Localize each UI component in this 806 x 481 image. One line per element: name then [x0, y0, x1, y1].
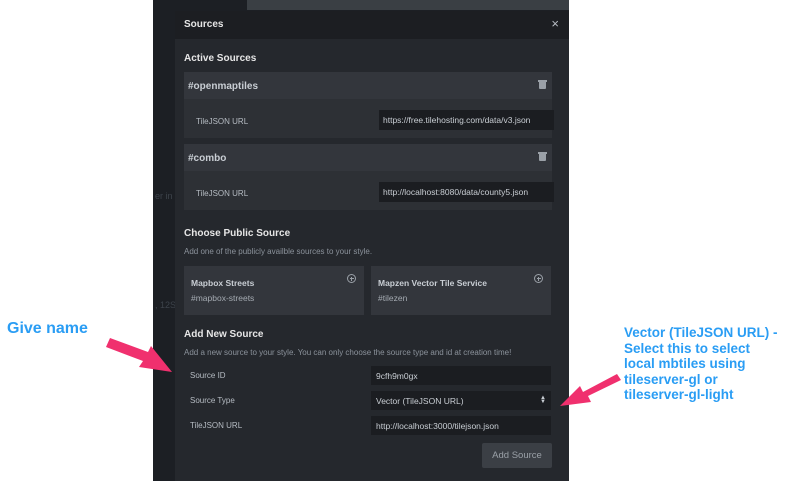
source-type-label: Source Type — [190, 396, 235, 405]
trash-icon[interactable] — [538, 80, 547, 89]
active-source-header: #openmaptiles — [184, 72, 552, 99]
backdrop-ghost-text: er in — [155, 191, 173, 201]
source-type-value: Vector (TileJSON URL) — [376, 396, 464, 406]
active-source-name: #openmaptiles — [188, 81, 259, 92]
annotation-line: local mbtiles using — [624, 356, 746, 371]
tilejson-url-input[interactable]: http://localhost:8080/data/county5.json — [379, 182, 554, 202]
annotation-line: tileserver-gl-light — [624, 387, 734, 402]
tilejson-row: TileJSON URL http://localhost:3000/tilej… — [184, 415, 552, 438]
public-source-name: Mapzen Vector Tile Service — [378, 278, 487, 288]
tilejson-url-input[interactable]: http://localhost:3000/tilejson.json — [371, 416, 551, 435]
add-circle-icon[interactable] — [347, 274, 356, 283]
public-source-id: #mapbox-streets — [191, 293, 255, 303]
tilejson-url-input[interactable]: https://free.tilehosting.com/data/v3.jso… — [379, 110, 554, 130]
sources-modal: Sources × Active Sources #openmaptiles T… — [175, 11, 569, 481]
annotation-line: Vector (TileJSON URL) - — [624, 325, 778, 340]
add-new-source-description: Add a new source to your style. You can … — [184, 348, 512, 357]
right-arrow — [560, 374, 621, 406]
add-new-source-title: Add New Source — [184, 329, 264, 340]
modal-header: Sources × — [175, 11, 569, 39]
add-circle-icon[interactable] — [534, 274, 543, 283]
active-source-header: #combo — [184, 144, 552, 171]
modal-title: Sources — [184, 19, 224, 30]
annotation-give-name: Give name — [7, 320, 88, 337]
tilejson-url-label: TileJSON URL — [190, 421, 243, 430]
public-source-title: Choose Public Source — [184, 228, 291, 239]
source-type-row: Source Type Vector (TileJSON URL) ▲ ▼ — [184, 390, 552, 413]
source-id-input[interactable]: 9cfh9m0gx — [371, 366, 551, 385]
source-type-select[interactable]: Vector (TileJSON URL) ▲ ▼ — [371, 391, 551, 410]
active-source-card: #openmaptiles TileJSON URL https://free.… — [184, 72, 554, 138]
annotation-source-type-note: Vector (TileJSON URL) - Select this to s… — [624, 325, 778, 403]
public-source-description: Add one of the publicly availble sources… — [184, 247, 373, 256]
active-source-name: #combo — [188, 153, 227, 164]
trash-icon[interactable] — [538, 152, 547, 161]
backdrop-ghost-text: , 12S — [155, 300, 177, 310]
select-arrows-icon: ▲ ▼ — [540, 395, 546, 405]
add-source-button[interactable]: Add Source — [482, 443, 552, 468]
public-source-id: #tilezen — [378, 293, 408, 303]
tilejson-url-label: TileJSON URL — [196, 117, 249, 126]
active-sources-title: Active Sources — [184, 53, 257, 64]
backdrop-map-strip — [247, 0, 569, 10]
active-source-card: #combo TileJSON URL http://localhost:808… — [184, 144, 554, 210]
source-id-label: Source ID — [190, 371, 226, 380]
public-source-mapbox-streets[interactable]: Mapbox Streets #mapbox-streets — [184, 266, 364, 315]
annotation-line: tileserver-gl or — [624, 371, 718, 387]
annotation-line: Select this to select — [624, 340, 751, 356]
close-icon[interactable]: × — [551, 17, 559, 31]
tilejson-url-label: TileJSON URL — [196, 189, 249, 198]
source-id-row: Source ID 9cfh9m0gx — [184, 365, 552, 388]
public-source-name: Mapbox Streets — [191, 278, 255, 288]
public-source-tilezen[interactable]: Mapzen Vector Tile Service #tilezen — [371, 266, 551, 315]
